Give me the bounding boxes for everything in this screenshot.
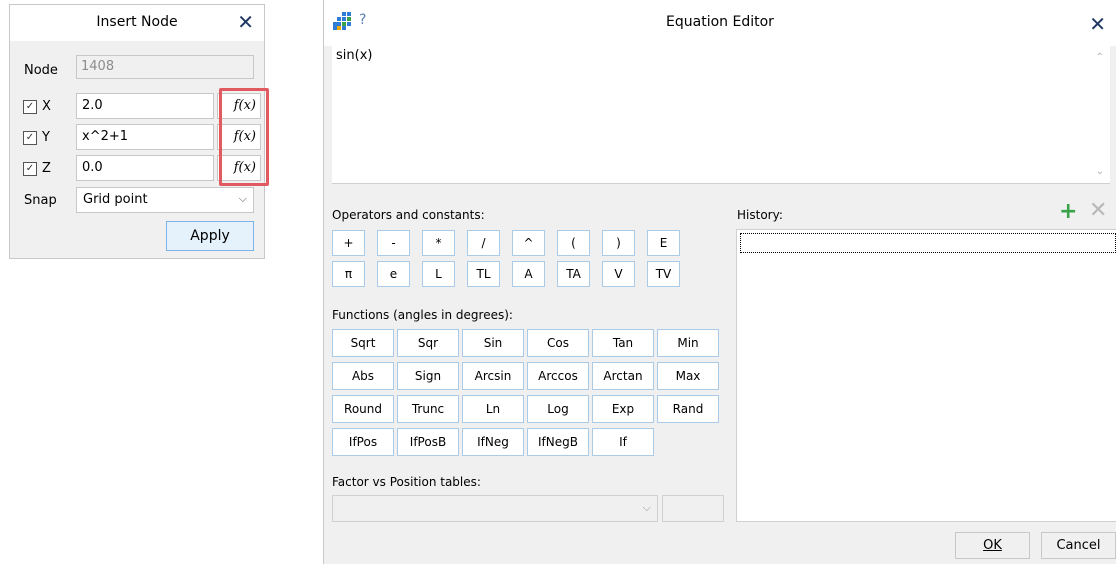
- op-button[interactable]: TV: [647, 261, 680, 287]
- table-select[interactable]: ⌵: [332, 495, 658, 522]
- chevron-down-icon: ⌵: [642, 501, 651, 514]
- function-button[interactable]: Tan: [592, 329, 654, 357]
- expression-editor[interactable]: sin(x) ⌃ ⌄: [332, 46, 1110, 184]
- op-button[interactable]: π: [332, 261, 365, 287]
- function-button[interactable]: Arcsin: [462, 362, 524, 390]
- function-button[interactable]: Sqr: [397, 329, 459, 357]
- function-button[interactable]: Max: [657, 362, 719, 390]
- functions-label: Functions (angles in degrees):: [332, 308, 513, 322]
- op-button[interactable]: TA: [557, 261, 590, 287]
- op-button[interactable]: e: [377, 261, 410, 287]
- function-button[interactable]: Arctan: [592, 362, 654, 390]
- z-row: ✓ Z 0.0 f(x): [23, 155, 263, 183]
- function-button[interactable]: IfPos: [332, 428, 394, 456]
- ok-button[interactable]: OK: [955, 532, 1030, 559]
- y-checkbox[interactable]: ✓: [23, 131, 37, 145]
- function-button[interactable]: IfNegB: [527, 428, 589, 456]
- equation-editor-titlebar: ? Equation Editor ✕: [324, 0, 1116, 46]
- tables-label: Factor vs Position tables:: [332, 475, 481, 489]
- y-label: Y: [42, 130, 50, 145]
- x-row: ✓ X 2.0 f(x): [23, 93, 263, 121]
- function-button[interactable]: Sin: [462, 329, 524, 357]
- y-row: ✓ Y x^2+1 f(x): [23, 124, 263, 152]
- function-button[interactable]: Trunc: [397, 395, 459, 423]
- function-button[interactable]: Sqrt: [332, 329, 394, 357]
- op-button[interactable]: TL: [467, 261, 500, 287]
- scroll-down-icon[interactable]: ⌄: [1096, 166, 1104, 177]
- op-button[interactable]: A: [512, 261, 545, 287]
- z-function-button[interactable]: f(x): [217, 155, 261, 181]
- chevron-down-icon: ⌵: [238, 192, 247, 205]
- op-button[interactable]: (: [557, 230, 590, 256]
- insert-node-title: Insert Node: [96, 14, 178, 30]
- op-button[interactable]: L: [422, 261, 455, 287]
- function-button[interactable]: Ln: [462, 395, 524, 423]
- function-button[interactable]: Arccos: [527, 362, 589, 390]
- x-checkbox[interactable]: ✓: [23, 100, 37, 114]
- close-icon[interactable]: ✕: [237, 12, 254, 32]
- function-button[interactable]: If: [592, 428, 654, 456]
- x-function-button[interactable]: f(x): [217, 93, 261, 119]
- op-button[interactable]: E: [647, 230, 680, 256]
- equation-editor-dialog: ? Equation Editor ✕ sin(x) ⌃ ⌄ Operators…: [323, 0, 1116, 564]
- function-button[interactable]: Round: [332, 395, 394, 423]
- insert-node-dialog: Insert Node ✕ Node 1408 ✓ X 2.0 f(x) ✓ Y…: [9, 4, 269, 259]
- function-button[interactable]: Exp: [592, 395, 654, 423]
- function-button[interactable]: Sign: [397, 362, 459, 390]
- x-input[interactable]: 2.0: [76, 93, 214, 119]
- function-button[interactable]: Abs: [332, 362, 394, 390]
- z-checkbox[interactable]: ✓: [23, 162, 37, 176]
- insert-node-titlebar: Insert Node ✕: [10, 5, 264, 41]
- op-button[interactable]: ): [602, 230, 635, 256]
- x-label: X: [42, 99, 51, 114]
- function-button[interactable]: Log: [527, 395, 589, 423]
- y-function-button[interactable]: f(x): [217, 124, 261, 150]
- close-icon[interactable]: ✕: [1089, 14, 1106, 34]
- op-button[interactable]: +: [332, 230, 365, 256]
- z-label: Z: [42, 161, 51, 176]
- add-icon[interactable]: +: [1059, 199, 1077, 224]
- op-button[interactable]: ^: [512, 230, 545, 256]
- apply-button[interactable]: Apply: [166, 221, 254, 251]
- op-button[interactable]: -: [377, 230, 410, 256]
- function-button[interactable]: Rand: [657, 395, 719, 423]
- node-label: Node: [24, 63, 58, 78]
- equation-editor-title: Equation Editor: [666, 14, 774, 30]
- op-button[interactable]: *: [422, 230, 455, 256]
- snap-value: Grid point: [83, 192, 148, 207]
- z-input[interactable]: 0.0: [76, 155, 214, 181]
- history-entry[interactable]: [740, 233, 1116, 253]
- snap-select[interactable]: Grid point ⌵: [76, 187, 254, 213]
- history-label: History:: [737, 208, 783, 222]
- history-list[interactable]: [736, 229, 1116, 522]
- expression-text: sin(x): [336, 48, 373, 63]
- scroll-up-icon[interactable]: ⌃: [1096, 52, 1104, 63]
- function-button[interactable]: IfNeg: [462, 428, 524, 456]
- function-button[interactable]: Cos: [527, 329, 589, 357]
- table-value-input[interactable]: [662, 495, 724, 522]
- function-button[interactable]: IfPosB: [397, 428, 459, 456]
- operators-label: Operators and constants:: [332, 208, 485, 222]
- remove-icon[interactable]: ✕: [1089, 198, 1107, 223]
- node-number-field: 1408: [76, 55, 254, 79]
- cancel-button[interactable]: Cancel: [1041, 532, 1116, 559]
- op-button[interactable]: /: [467, 230, 500, 256]
- snap-label: Snap: [24, 193, 57, 208]
- y-input[interactable]: x^2+1: [76, 124, 214, 150]
- function-button[interactable]: Min: [657, 329, 719, 357]
- op-button[interactable]: V: [602, 261, 635, 287]
